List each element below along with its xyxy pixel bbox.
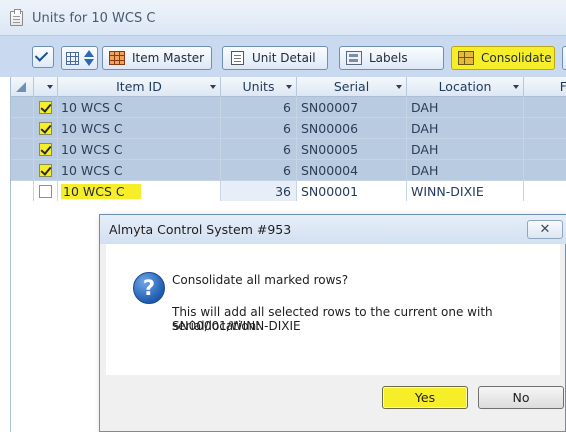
column-label: F (559, 79, 566, 94)
cell-serial: SN00004 (297, 160, 407, 181)
cell-item-id: 10 WCS C (58, 160, 221, 181)
table-row[interactable]: 10 WCS C 6 SN00006 DAH (11, 118, 566, 139)
cell-item-id: 10 WCS C (58, 97, 221, 118)
cell-location: DAH (407, 118, 524, 139)
table-row[interactable]: 10 WCS C 6 SN00007 DAH (11, 97, 566, 118)
cell-units: 36 (221, 181, 297, 202)
cell-item-id: 10 WCS C (58, 118, 221, 139)
column-header-units[interactable]: Units (221, 77, 297, 97)
document-icon (231, 51, 244, 65)
item-master-button[interactable]: Item Master (102, 46, 212, 70)
consolidate-button[interactable]: Consolidate (451, 46, 555, 70)
checkbox-column-header[interactable] (34, 77, 58, 97)
cell-units: 6 (221, 139, 297, 160)
consolidate-label: Consolidate (481, 51, 552, 65)
labels-button[interactable]: Labels (339, 46, 444, 70)
cell-units: 6 (221, 97, 297, 118)
cell-units: 6 (221, 160, 297, 181)
cell-units: 6 (221, 118, 297, 139)
dropdown-arrow-icon (210, 85, 216, 89)
dialog-close-button[interactable]: ✕ (527, 220, 563, 239)
grid-header: Item ID Units Serial Location F (11, 77, 566, 97)
cell-serial: SN00005 (297, 139, 407, 160)
cell-serial: SN00007 (297, 97, 407, 118)
grid-icon (66, 52, 79, 65)
cell-serial: SN00006 (297, 118, 407, 139)
column-label: Item ID (116, 79, 162, 94)
column-header-serial[interactable]: Serial (297, 77, 407, 97)
cell-location: DAH (407, 139, 524, 160)
close-icon: ✕ (539, 222, 551, 237)
cell-serial: SN00001 (297, 181, 407, 202)
dropdown-arrow-icon (513, 85, 519, 89)
column-header-location[interactable]: Location (407, 77, 524, 97)
unit-detail-button[interactable]: Unit Detail (222, 46, 328, 70)
column-label: Serial (333, 79, 370, 94)
dialog-title: Almyta Control System #953 (109, 222, 292, 237)
corner-triangle-icon (16, 82, 26, 92)
dropdown-arrow-icon (286, 85, 292, 89)
dialog-question: Consolidate all marked rows? (172, 273, 349, 287)
cell-location: DAH (407, 160, 524, 181)
dropdown-arrow-icon (47, 85, 53, 89)
checkmark-icon (34, 48, 49, 62)
unit-detail-label: Unit Detail (252, 51, 316, 65)
dropdown-arrow-icon (396, 85, 402, 89)
toolbar: Item Master Unit Detail Labels Consolida… (0, 36, 566, 77)
cell-location: WINN-DIXIE (407, 181, 524, 202)
window-titlebar: Units for 10 WCS C (0, 0, 566, 36)
table-row[interactable]: 10 WCS C 6 SN00005 DAH (11, 139, 566, 160)
column-header-f[interactable]: F (524, 77, 566, 97)
cell-item-id: 10 WCS C (58, 139, 221, 160)
window-title: Units for 10 WCS C (32, 11, 156, 26)
highlighted-item-id: 10 WCS C (61, 184, 141, 199)
table-icon (109, 51, 125, 65)
corner-header[interactable] (11, 77, 34, 97)
grid-sort-button[interactable] (61, 46, 98, 70)
column-label: Units (242, 79, 275, 94)
labels-label: Labels (369, 51, 408, 65)
table-row[interactable]: 10 WCS C 6 SN00004 DAH (11, 160, 566, 181)
cell-location: DAH (407, 97, 524, 118)
column-header-item-id[interactable]: Item ID (58, 77, 221, 97)
yes-button[interactable]: Yes (382, 386, 468, 409)
dialog-detail-line2: SN00001/WINN-DIXIE (172, 319, 301, 333)
confirm-dialog: Almyta Control System #953 ✕ ? Consolida… (99, 214, 566, 432)
no-button[interactable]: No (478, 386, 564, 409)
dialog-titlebar: Almyta Control System #953 ✕ (100, 215, 566, 244)
up-down-arrows-icon (84, 50, 94, 66)
dialog-body: ? Consolidate all marked rows? This will… (106, 244, 560, 375)
clipboard-icon (10, 9, 23, 26)
cell-item-id: 10 WCS C (58, 181, 221, 202)
column-label: Location (438, 79, 492, 94)
select-all-checkbox-button[interactable] (32, 46, 54, 68)
question-icon: ? (133, 272, 165, 304)
item-master-label: Item Master (132, 51, 205, 65)
consolidate-icon (458, 51, 474, 65)
labels-icon (346, 51, 362, 65)
more-toolbar-button[interactable] (562, 46, 566, 70)
table-row-current[interactable]: 10 WCS C 36 SN00001 WINN-DIXIE (11, 181, 566, 202)
